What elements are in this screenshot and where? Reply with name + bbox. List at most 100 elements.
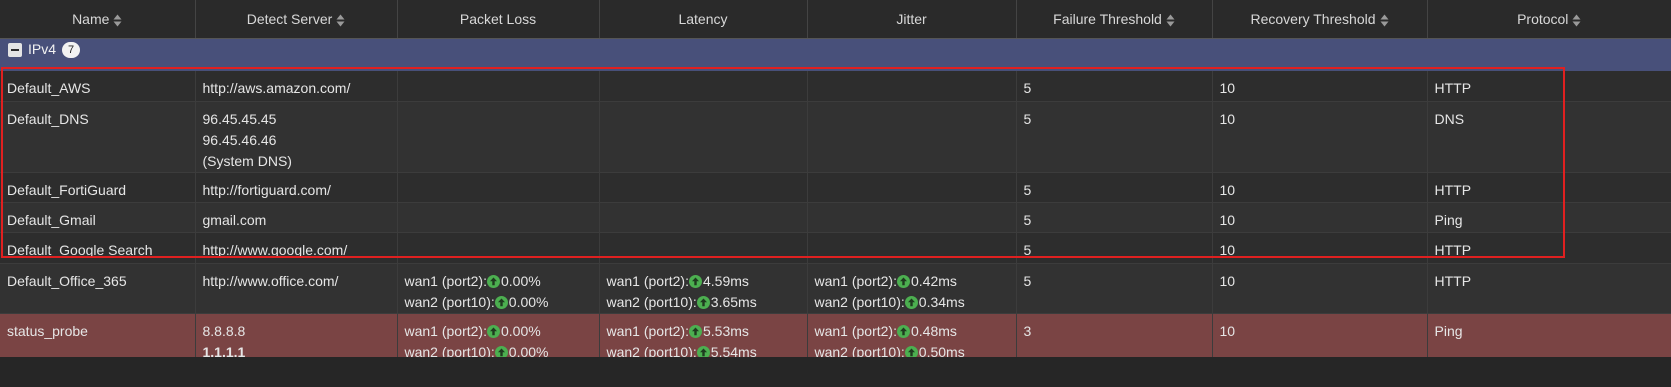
column-header-failure-threshold[interactable]: Failure Threshold xyxy=(1016,0,1213,39)
interface-label: wan1 (port2): xyxy=(404,322,487,339)
interface-label: wan2 (port10): xyxy=(814,293,905,310)
table-row[interactable]: Default_AWS http://aws.amazon.com/5 10 HTTP xyxy=(0,71,1671,102)
failure-threshold-value: 5 xyxy=(1023,181,1032,198)
detect-server-cell: http://aws.amazon.com/ xyxy=(195,71,398,102)
sla-name: Default_AWS xyxy=(7,80,91,96)
sort-icon[interactable] xyxy=(1166,14,1175,27)
jitter-metric: wan1 (port2): 0.48ms xyxy=(815,321,1009,342)
column-header-jitter[interactable]: Jitter xyxy=(807,0,1017,39)
sla-table: Name Detect Server Packet Loss Latency Jitte… xyxy=(0,0,1671,364)
latency-cell: wan1 (port2): 5.53ms wan2 (port10): 5.54ms xyxy=(599,313,808,364)
sort-icon[interactable] xyxy=(336,14,345,27)
packet-loss-cell xyxy=(397,232,600,264)
header-row: Name Detect Server Packet Loss Latency Jitte… xyxy=(0,0,1671,39)
column-header-protocol[interactable]: Protocol xyxy=(1427,0,1671,39)
detect-server-address: http://aws.amazon.com/ xyxy=(202,80,351,96)
latency-cell xyxy=(599,71,808,102)
group-row-ipv4[interactable]: IPv4 7 xyxy=(0,38,1671,71)
table-row[interactable]: Default_FortiGuard http://fortiguard.com/… xyxy=(0,172,1671,203)
latency-metric: wan1 (port2): 4.59ms xyxy=(607,271,800,292)
failure-threshold-cell: 3 xyxy=(1016,313,1213,364)
packet-loss-cell: wan1 (port2): 0.00% wan2 (port10): 0.00% xyxy=(397,313,600,364)
group-cell[interactable]: IPv4 7 xyxy=(0,38,1671,71)
sla-name: Default_FortiGuard xyxy=(7,181,127,198)
status-up-icon xyxy=(688,324,702,338)
column-header-detect-server[interactable]: Detect Server xyxy=(195,0,398,39)
status-up-icon xyxy=(688,274,702,288)
sort-icon[interactable] xyxy=(113,14,122,27)
detect-server-address: http://www.office.com/ xyxy=(202,272,339,289)
packet-loss-cell xyxy=(397,101,600,173)
metric-value: 0.34ms xyxy=(918,293,965,310)
detect-server-cell: http://www.office.com/ xyxy=(195,263,398,314)
recovery-threshold-value: 10 xyxy=(1219,80,1236,96)
detect-server-cell: gmail.com xyxy=(195,202,398,233)
sla-name: Default_Gmail xyxy=(7,211,96,228)
column-header-recovery-threshold[interactable]: Recovery Threshold xyxy=(1212,0,1428,39)
metric-value: 0.00% xyxy=(500,272,541,289)
failure-threshold-value: 3 xyxy=(1023,322,1032,339)
table-row[interactable]: status_probe 8.8.8.8 1.1.1.1 wan1 (port2): 0… xyxy=(0,313,1671,364)
table-row[interactable]: Default_Google Search http://www.google.c… xyxy=(0,232,1671,264)
recovery-threshold-cell: 10 xyxy=(1212,101,1428,173)
failure-threshold-value: 5 xyxy=(1023,80,1032,96)
recovery-threshold-cell: 10 xyxy=(1212,263,1428,314)
column-header-latency[interactable]: Latency xyxy=(599,0,808,39)
jitter-cell xyxy=(807,71,1017,102)
jitter-cell xyxy=(807,232,1017,264)
sla-name: Default_Google Search xyxy=(7,241,153,258)
packet-loss-metric: wan2 (port10): 0.00% xyxy=(405,292,592,313)
interface-label: wan2 (port10): xyxy=(606,293,697,310)
sla-name: status_probe xyxy=(7,322,88,339)
latency-cell xyxy=(599,101,808,173)
column-header-label: Name xyxy=(72,11,110,27)
status-up-icon xyxy=(494,295,508,309)
table-row[interactable]: Default_DNS 96.45.45.45 96.45.46.46 (System… xyxy=(0,101,1671,173)
failure-threshold-value: 5 xyxy=(1023,272,1032,289)
detect-server-address: (System DNS) xyxy=(202,152,292,169)
status-up-icon xyxy=(896,274,910,288)
detect-server-cell: http://www.google.com/ xyxy=(195,232,398,264)
latency-cell xyxy=(599,232,808,264)
packet-loss-cell xyxy=(397,202,600,233)
name-cell: Default_Office_365 xyxy=(0,263,196,314)
collapse-icon[interactable] xyxy=(8,42,22,57)
detect-server-address: http://www.google.com/ xyxy=(202,241,348,258)
column-header-label: Detect Server xyxy=(246,11,333,27)
protocol-cell: Ping xyxy=(1427,202,1671,233)
status-up-icon xyxy=(904,295,918,309)
recovery-threshold-value: 10 xyxy=(1219,272,1236,289)
metric-value: 0.42ms xyxy=(910,272,957,289)
group-label: IPv4 xyxy=(28,41,57,57)
column-header-packet-loss[interactable]: Packet Loss xyxy=(397,0,600,39)
detect-server-address: 8.8.8.8 xyxy=(202,322,246,339)
packet-loss-metric: wan1 (port2): 0.00% xyxy=(405,321,592,342)
protocol-value: DNS xyxy=(1434,110,1465,127)
detect-server-address: gmail.com xyxy=(202,211,267,228)
column-header-label: Latency xyxy=(678,11,728,27)
detect-server-address: 96.45.45.45 xyxy=(202,110,277,127)
latency-cell: wan1 (port2): 4.59ms wan2 (port10): 3.65ms xyxy=(599,263,808,314)
failure-threshold-cell: 5 xyxy=(1016,71,1213,102)
table-row[interactable]: Default_Office_365 http://www.office.com/… xyxy=(0,263,1671,314)
name-cell: Default_Gmail xyxy=(0,202,196,233)
packet-loss-cell xyxy=(397,71,600,102)
table-row[interactable]: Default_Gmail gmail.com 5 10 Ping xyxy=(0,202,1671,233)
latency-cell xyxy=(599,172,808,203)
latency-metric: wan2 (port10): 3.65ms xyxy=(607,292,800,313)
jitter-cell: wan1 (port2): 0.42ms wan2 (port10): 0.34ms xyxy=(807,263,1017,314)
failure-threshold-cell: 5 xyxy=(1016,232,1213,264)
failure-threshold-value: 5 xyxy=(1023,211,1032,228)
metric-value: 0.48ms xyxy=(910,322,957,339)
protocol-value: HTTP xyxy=(1434,181,1472,198)
sort-icon[interactable] xyxy=(1572,14,1581,27)
protocol-cell: HTTP xyxy=(1427,263,1671,314)
column-header-label: Packet Loss xyxy=(459,11,537,27)
sort-icon[interactable] xyxy=(1380,14,1389,27)
protocol-value: HTTP xyxy=(1434,80,1472,96)
protocol-cell: DNS xyxy=(1427,101,1671,173)
recovery-threshold-cell: 10 xyxy=(1212,232,1428,264)
recovery-threshold-value: 10 xyxy=(1219,181,1236,198)
column-header-name[interactable]: Name xyxy=(0,0,196,39)
status-up-icon xyxy=(486,274,500,288)
